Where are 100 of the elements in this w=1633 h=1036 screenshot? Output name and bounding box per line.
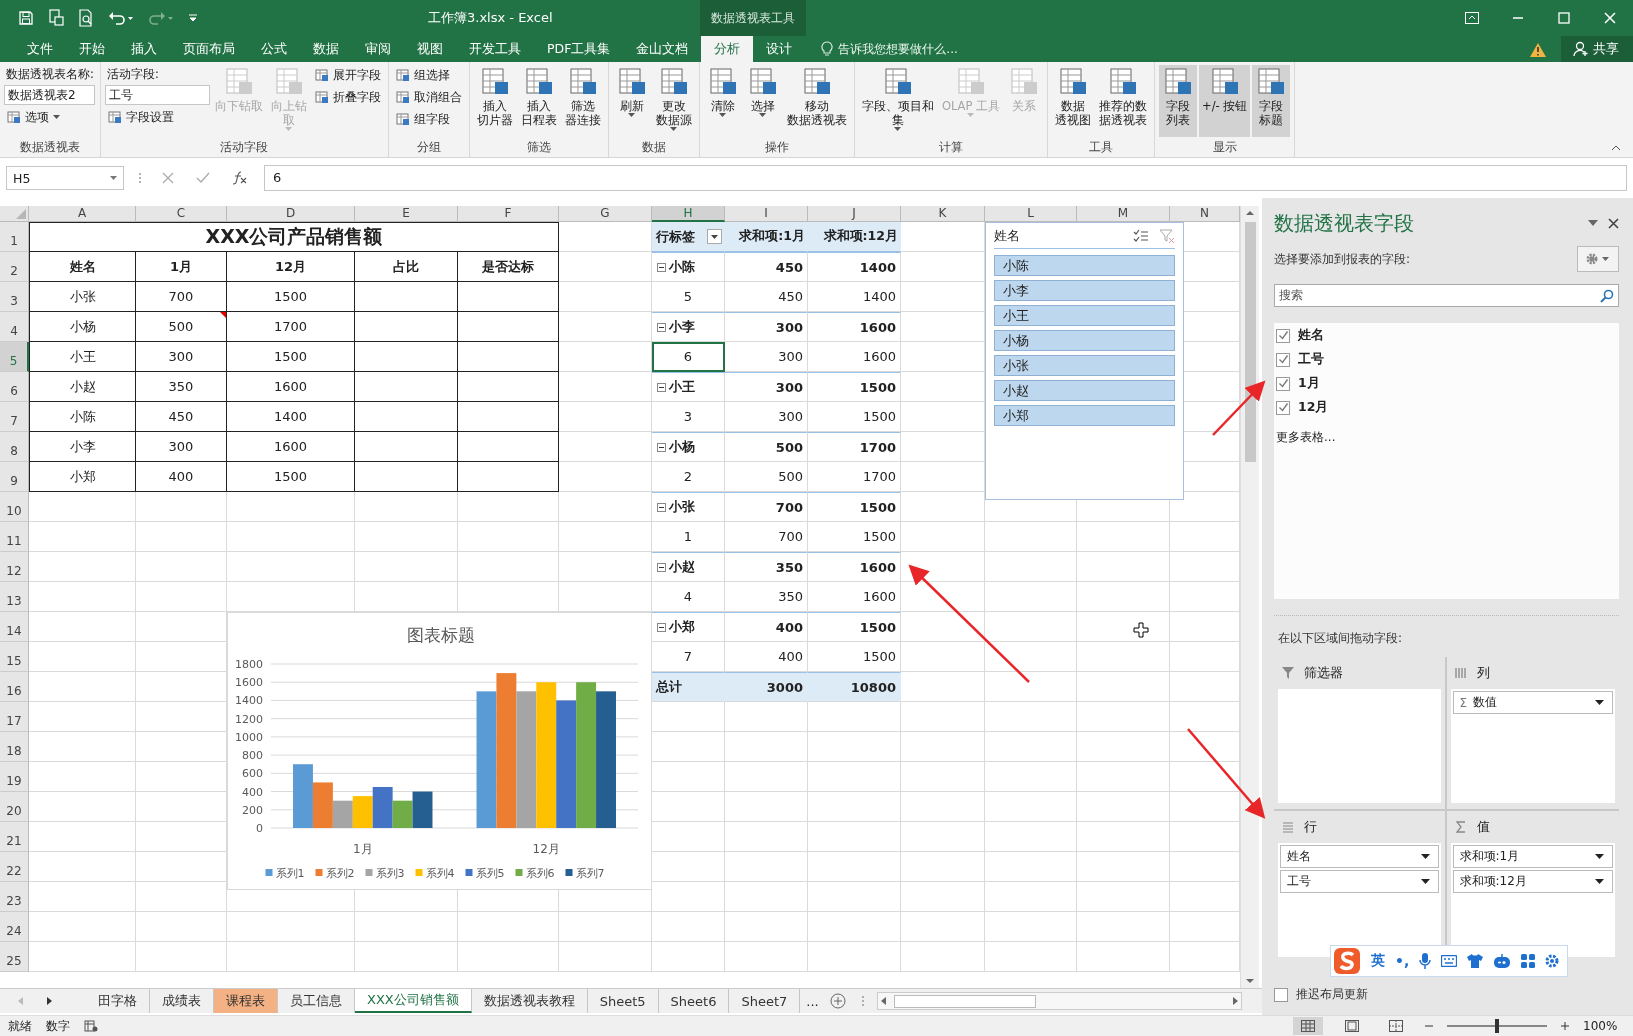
ribbon-button[interactable]: +/- 按钮: [1199, 65, 1251, 137]
collapse-ribbon-icon[interactable]: [1611, 145, 1621, 151]
name-box[interactable]: H5: [6, 166, 124, 190]
more-sheets-button[interactable]: ...: [800, 993, 825, 1009]
shirt-icon[interactable]: [1467, 954, 1484, 968]
ribbon-button[interactable]: 插入 切片器: [473, 65, 516, 137]
ribbon-button[interactable]: 字段 标题: [1252, 65, 1291, 137]
sheet-tab[interactable]: 数据透视表教程: [471, 989, 588, 1013]
caret-icon[interactable]: [1595, 854, 1604, 859]
column-header[interactable]: E: [355, 206, 458, 222]
collapse-icon[interactable]: [657, 442, 666, 452]
checkbox[interactable]: [1276, 400, 1290, 415]
zoom-in-icon[interactable]: [1561, 1022, 1569, 1030]
column-header[interactable]: A: [29, 206, 136, 222]
robot-icon[interactable]: [1493, 954, 1512, 968]
checkbox[interactable]: [1276, 376, 1290, 391]
ribbon-button[interactable]: 展开字段: [311, 65, 384, 85]
ribbon-button[interactable]: 字段、项目和 集: [858, 65, 937, 137]
microphone-icon[interactable]: [1419, 953, 1432, 969]
sheet-tab[interactable]: Sheet5: [587, 989, 659, 1013]
ribbon-button[interactable]: 取消组合: [392, 87, 465, 107]
ribbon-button[interactable]: 组选择: [392, 65, 465, 85]
row-header[interactable]: 6: [0, 372, 29, 402]
ribbon-button[interactable]: 字段设置: [104, 107, 210, 127]
touch-mode-icon[interactable]: [48, 9, 64, 27]
ribbon-button[interactable]: 推荐的数 据透视表: [1096, 65, 1151, 137]
ribbon-button[interactable]: 更改 数据源: [652, 65, 695, 137]
row-header[interactable]: 23: [0, 882, 29, 912]
sheet-tab[interactable]: XXX公司销售额: [355, 989, 472, 1013]
scrollbar-thumb[interactable]: [893, 994, 1036, 1008]
ribbon-tab[interactable]: 文件: [14, 36, 66, 62]
ribbon-button[interactable]: 字段 列表: [1159, 65, 1198, 137]
row-header[interactable]: 1: [0, 222, 29, 252]
tell-me-field[interactable]: 告诉我您想要做什么...: [821, 36, 958, 62]
row-header[interactable]: 3: [0, 282, 29, 312]
ribbon-button[interactable]: 插入 日程表: [517, 65, 560, 137]
row-header[interactable]: 7: [0, 402, 29, 432]
ribbon-tab[interactable]: 开始: [66, 36, 118, 62]
drop-area[interactable]: Σ 数值: [1450, 689, 1615, 803]
row-header[interactable]: 5: [0, 342, 29, 372]
ribbon-tab[interactable]: 插入: [118, 36, 170, 62]
ribbon-tab[interactable]: 设计: [753, 36, 806, 62]
column-header[interactable]: C: [136, 206, 227, 222]
caret-icon[interactable]: [1595, 879, 1604, 884]
caret-icon[interactable]: [1420, 879, 1430, 884]
keyboard-icon[interactable]: [1441, 955, 1458, 967]
column-header[interactable]: H: [652, 206, 725, 222]
sheet-tab[interactable]: Sheet6: [658, 989, 730, 1013]
ribbon-button[interactable]: 选择: [743, 65, 782, 137]
checkbox[interactable]: [1276, 328, 1290, 343]
ribbon-button[interactable]: 清除: [703, 65, 742, 137]
more-tables-link[interactable]: 更多表格...: [1276, 429, 1336, 446]
column-header[interactable]: I: [725, 206, 808, 222]
row-header[interactable]: 14: [0, 612, 29, 642]
row-header[interactable]: 24: [0, 912, 29, 942]
collapse-icon[interactable]: [657, 622, 666, 632]
grip-icon[interactable]: [860, 994, 865, 1008]
settings-button[interactable]: [1577, 246, 1619, 272]
macro-record-icon[interactable]: [84, 1020, 98, 1032]
zoom-out-icon[interactable]: [1425, 1022, 1433, 1030]
bar-chart[interactable]: 图表标题 0 200 400 600 800 1000 1200 1400 1600 1800 1月 12月 系列1 系列2 系列3 系列4 系列5 系列6 系列7: [227, 612, 652, 890]
apps-icon[interactable]: [1521, 954, 1536, 968]
area-field[interactable]: 求和项:1月: [1452, 845, 1613, 868]
ribbon-tab[interactable]: 视图: [404, 36, 456, 62]
row-header[interactable]: 12: [0, 552, 29, 582]
ribbon-button[interactable]: 筛选 器连接: [561, 65, 604, 137]
row-header[interactable]: 21: [0, 822, 29, 852]
slicer-item[interactable]: 小陈: [994, 255, 1175, 276]
column-header[interactable]: J: [808, 206, 901, 222]
close-icon[interactable]: [1608, 217, 1619, 229]
caret-icon[interactable]: [1420, 854, 1430, 859]
ribbon-button[interactable]: 组字段: [392, 109, 465, 129]
area-field[interactable]: 工号: [1280, 870, 1439, 893]
maximize-icon[interactable]: [1558, 12, 1570, 24]
undo-icon[interactable]: [108, 10, 134, 26]
ribbon-tab[interactable]: PDF工具集: [534, 36, 624, 62]
ribbon-button[interactable]: 选项: [4, 107, 96, 127]
row-header[interactable]: 8: [0, 432, 29, 462]
text-field[interactable]: 数据透视表2: [4, 85, 95, 105]
ribbon-button[interactable]: 移动 数据透视表: [783, 65, 850, 137]
settings-icon[interactable]: [1545, 954, 1560, 968]
row-header[interactable]: 9: [0, 462, 29, 492]
row-header[interactable]: 18: [0, 732, 29, 762]
formula-field[interactable]: 6: [264, 165, 1627, 191]
collapse-icon[interactable]: [657, 562, 666, 572]
ribbon-button[interactable]: 折叠字段: [311, 87, 384, 107]
column-header[interactable]: D: [227, 206, 355, 222]
collapse-icon[interactable]: [657, 502, 666, 512]
ribbon-display-icon[interactable]: [1465, 12, 1479, 24]
ime-logo-icon[interactable]: [1333, 947, 1361, 975]
checkbox[interactable]: [1276, 352, 1290, 367]
filter-dropdown-button[interactable]: [707, 229, 722, 244]
ribbon-button[interactable]: 数据 透视图: [1052, 65, 1095, 137]
share-button[interactable]: 共享: [1561, 36, 1633, 62]
caret-icon[interactable]: [1595, 700, 1604, 705]
print-preview-icon[interactable]: [78, 9, 94, 27]
function-icon[interactable]: [232, 171, 248, 185]
row-header[interactable]: 11: [0, 522, 29, 552]
row-header[interactable]: 4: [0, 312, 29, 342]
text-field[interactable]: 工号: [104, 85, 210, 105]
